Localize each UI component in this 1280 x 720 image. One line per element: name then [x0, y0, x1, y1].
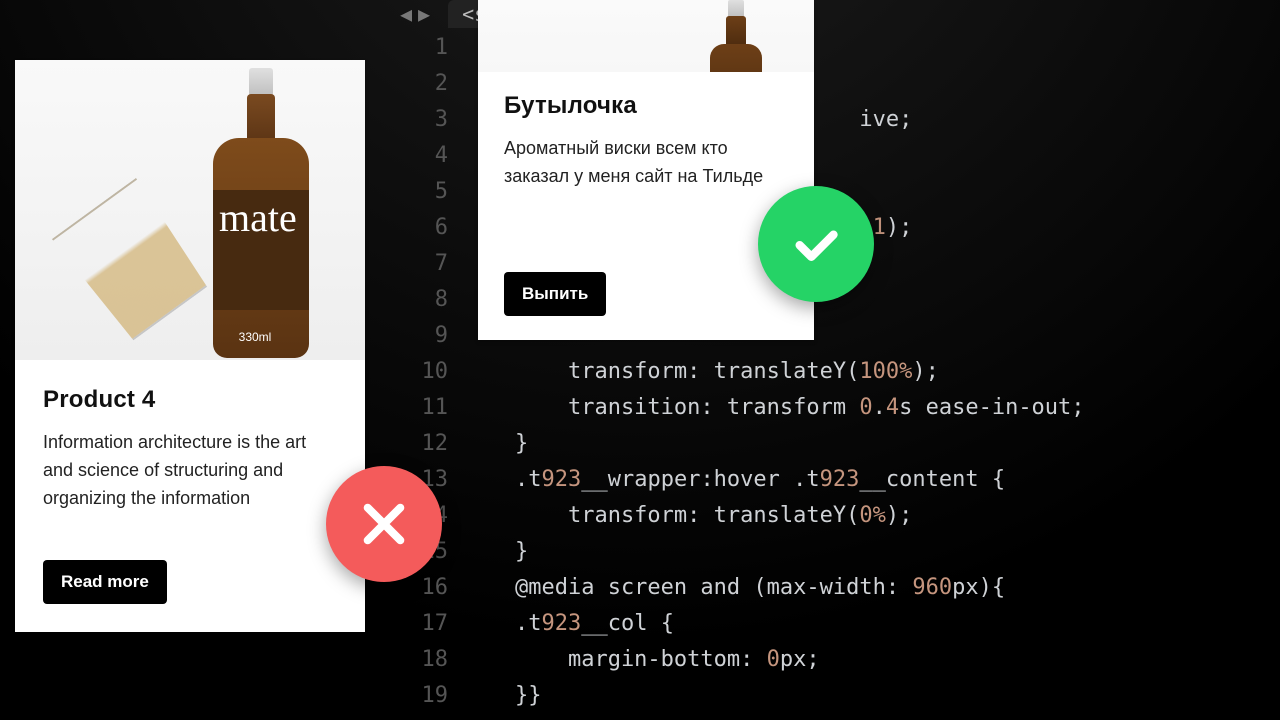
cross-icon — [356, 496, 412, 552]
check-icon — [788, 216, 844, 272]
example-card-wrong: mate 330ml Product 4 Information archite… — [15, 60, 365, 632]
bottle-brand-label: mate — [213, 190, 309, 310]
tab-history-forward-icon[interactable]: ▶ — [418, 2, 430, 26]
bottle-illustration: mate 330ml — [203, 68, 307, 358]
example-card-correct: Бутылочка Ароматный виски всем кто заказ… — [478, 0, 814, 340]
product-image: mate 330ml — [15, 60, 365, 360]
card-title: Product 4 — [43, 386, 337, 414]
read-more-button[interactable]: Read more — [43, 560, 167, 604]
card-description: Information architecture is the art and … — [43, 428, 337, 512]
wrong-badge — [326, 466, 442, 582]
tab-history-back-icon[interactable]: ◀ — [400, 2, 412, 26]
bottle-volume-label: 330ml — [203, 330, 307, 344]
card-overlay: Бутылочка Ароматный виски всем кто заказ… — [478, 72, 814, 340]
card-title: Бутылочка — [504, 92, 788, 120]
correct-badge — [758, 186, 874, 302]
drink-button[interactable]: Выпить — [504, 272, 606, 316]
card-description: Ароматный виски всем кто заказал у меня … — [504, 134, 788, 190]
